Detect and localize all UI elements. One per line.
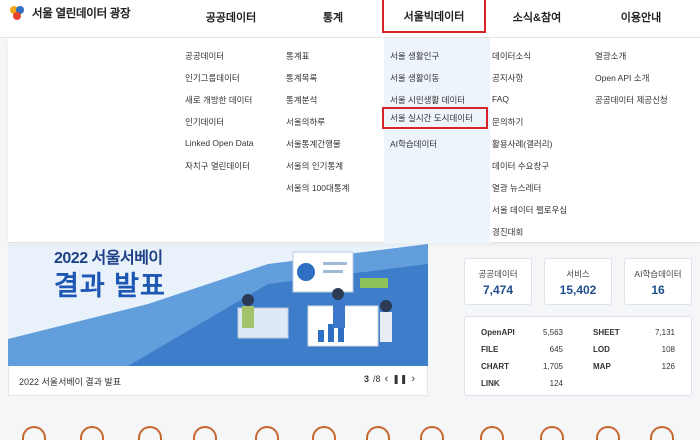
quick-icon[interactable] [80, 426, 104, 440]
pause-icon[interactable]: ❚❚ [392, 374, 407, 385]
mega-menu: 공공데이터 인기그룹데이터 새로 개방한 데이터 인기데이터 Linked Op… [8, 38, 700, 243]
logo-icon [8, 4, 26, 22]
stat-value: 7,474 [482, 283, 514, 297]
stat-ai-data[interactable]: AI학습데이터 16 [624, 258, 692, 305]
pager-current: 3 [364, 374, 370, 384]
stat-label: 공공데이터 [478, 269, 518, 279]
menu-data-news[interactable]: 데이터소식 [492, 50, 531, 62]
next-icon[interactable]: › [411, 373, 415, 385]
quick-icon[interactable] [193, 426, 217, 440]
stat-public-data[interactable]: 공공데이터 7,474 [464, 258, 532, 305]
quick-icon[interactable] [420, 426, 444, 440]
quick-icon[interactable] [312, 426, 336, 440]
quick-icon[interactable] [596, 426, 620, 440]
count-file[interactable]: FILE 645 [481, 345, 563, 354]
menu-stat-publications[interactable]: 서울통계간행물 [286, 138, 341, 150]
menu-stat-analysis[interactable]: 통계분석 [286, 94, 317, 106]
menu-popular-group-data[interactable]: 인기그룹데이터 [185, 72, 240, 84]
stat-service[interactable]: 서비스 15,402 [544, 258, 612, 305]
site-title: 서울 열린데이터 광장 [32, 8, 131, 20]
gnb-seoul-bigdata[interactable]: 서울빅데이터 [382, 0, 486, 33]
menu-popular-data[interactable]: 인기데이터 [185, 116, 224, 128]
menu-about[interactable]: 열광소개 [595, 50, 626, 62]
banner-caption[interactable]: 2022 서울서베이 결과 발표 [19, 375, 121, 388]
menu-competition[interactable]: 경진대회 [492, 226, 523, 238]
menu-living-movement[interactable]: 서울 생활이동 [390, 72, 439, 84]
count-openapi[interactable]: OpenAPI 5,563 [481, 328, 563, 337]
menu-inquiry[interactable]: 문의하기 [492, 116, 523, 128]
pager-total: /8 [373, 374, 381, 384]
menu-use-cases-gallery[interactable]: 활용사례(갤러리) [492, 138, 552, 150]
quick-icon-row [0, 424, 700, 440]
quick-icon[interactable] [480, 426, 504, 440]
menu-realtime-city-data[interactable]: 서울 실시간 도시데이터 [382, 107, 488, 129]
stat-value: 16 [651, 283, 665, 297]
menu-data-fellowship[interactable]: 서울 데이터 펠로우십 [492, 204, 567, 216]
stat-label: AI학습데이터 [634, 269, 682, 279]
menu-citizen-life-data[interactable]: 서울 시민생활 데이터 [390, 94, 465, 106]
menu-newsletter[interactable]: 열광 뉴스레터 [492, 182, 541, 194]
menu-open-api-intro[interactable]: Open API 소개 [595, 72, 649, 84]
dataset-type-counts: OpenAPI 5,563 SHEET 7,131 FILE 645 LOD 108 C… [464, 316, 692, 396]
menu-notices[interactable]: 공지사항 [492, 72, 523, 84]
stat-label: 서비스 [566, 269, 590, 279]
count-sheet[interactable]: SHEET 7,131 [593, 328, 675, 337]
banner-line2: 결과 발표 [54, 271, 166, 301]
quick-icon[interactable] [540, 426, 564, 440]
quick-icon[interactable] [650, 426, 674, 440]
banner-pager: 3 /8 ‹ ❚❚ › [364, 373, 415, 385]
menu-living-population[interactable]: 서울 생활인구 [390, 50, 439, 62]
menu-stat-list[interactable]: 통계목록 [286, 72, 317, 84]
count-map[interactable]: MAP 126 [593, 362, 675, 371]
site-logo[interactable]: 서울 열린데이터 광장 [8, 3, 131, 23]
menu-public-data[interactable]: 공공데이터 [185, 50, 224, 62]
quick-icon[interactable] [22, 426, 46, 440]
gnb-public-data[interactable]: 공공데이터 [188, 0, 274, 33]
menu-popular-stats[interactable]: 서울의 인기통계 [286, 160, 343, 172]
gnb-news-participation[interactable]: 소식&참여 [494, 0, 580, 33]
quick-icon[interactable] [138, 426, 162, 440]
banner-footer: 2022 서울서베이 결과 발표 3 /8 ‹ ❚❚ › [8, 366, 428, 396]
menu-newly-opened-data[interactable]: 새로 개방한 데이터 [185, 94, 252, 106]
menu-data-demand[interactable]: 데이터 수요창구 [492, 160, 549, 172]
count-lod[interactable]: LOD 108 [593, 345, 675, 354]
menu-top100-stats[interactable]: 서울의 100대통계 [286, 182, 349, 194]
main-banner[interactable]: 2022 서울서베이 결과 발표 [8, 244, 428, 366]
stat-value: 15,402 [559, 283, 597, 297]
menu-ai-training-data[interactable]: AI학습데이터 [390, 138, 437, 150]
menu-data-request[interactable]: 공공데이터 제공신청 [595, 94, 668, 106]
quick-icon[interactable] [255, 426, 279, 440]
count-chart[interactable]: CHART 1,705 [481, 362, 563, 371]
menu-seoul-day[interactable]: 서울의하루 [286, 116, 325, 128]
prev-icon[interactable]: ‹ [385, 373, 389, 385]
menu-stat-tables[interactable]: 통계표 [286, 50, 309, 62]
gnb-statistics[interactable]: 통계 [290, 0, 376, 33]
menu-linked-open-data[interactable]: Linked Open Data [185, 138, 254, 148]
quick-icon[interactable] [366, 426, 390, 440]
gnb-guide[interactable]: 이용안내 [598, 0, 684, 33]
count-link[interactable]: LINK 124 [481, 379, 563, 388]
site-header: 서울 열린데이터 광장 공공데이터 통계 서울빅데이터 소식&참여 이용안내 [0, 0, 700, 38]
menu-district-open-data[interactable]: 자치구 열린데이터 [185, 160, 250, 172]
menu-faq[interactable]: FAQ [492, 94, 509, 104]
